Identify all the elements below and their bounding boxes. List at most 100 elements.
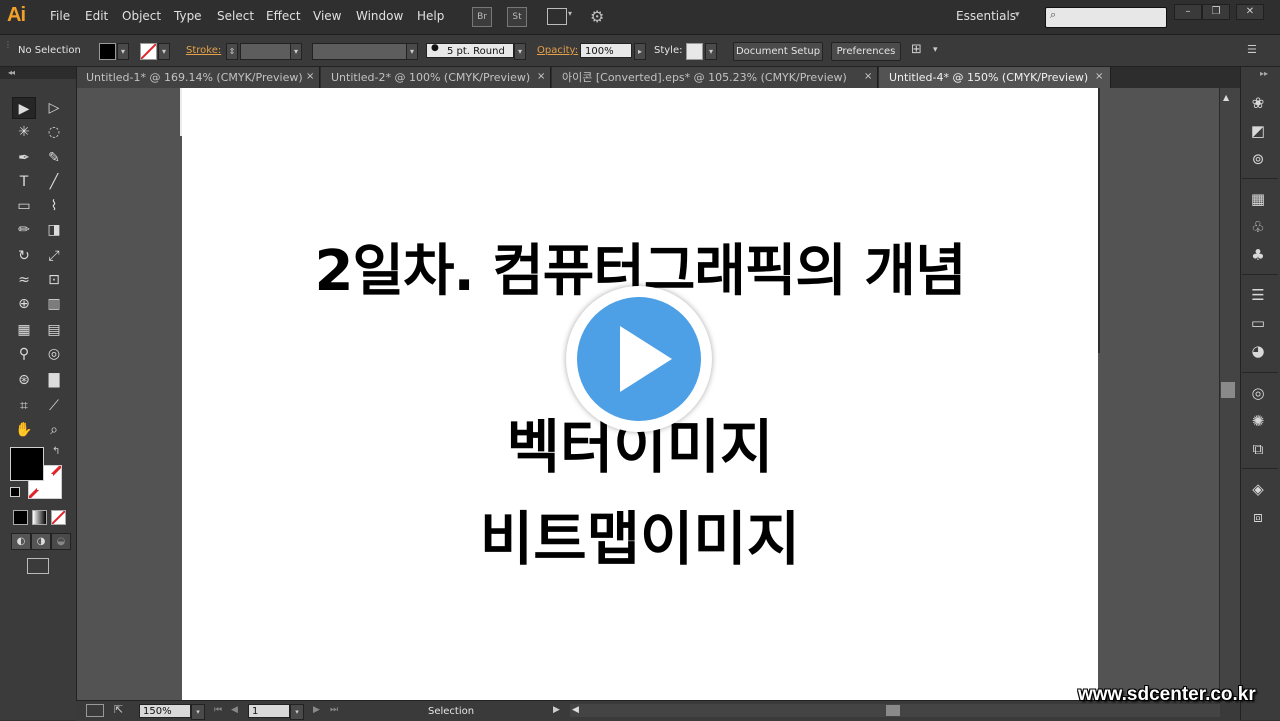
slice-tool-icon[interactable]: ⟋ [42, 395, 66, 417]
symbols-icon[interactable]: ♣ [1248, 245, 1268, 265]
first-artboard-icon[interactable]: ⏮ [214, 705, 222, 715]
close-button[interactable]: ✕ [1236, 4, 1264, 20]
color-panel-icon[interactable]: ❀ [1248, 93, 1268, 113]
pencil-tool-icon[interactable]: ✏ [12, 219, 36, 241]
brushes-icon[interactable]: ♧ [1248, 217, 1268, 237]
tab-close-icon[interactable]: × [864, 71, 872, 82]
rotate-tool-icon[interactable]: ↻ [12, 245, 36, 267]
tab-untitled-1[interactable]: Untitled-1* @ 169.14% (CMYK/Preview) [76, 67, 320, 88]
restore-button[interactable]: ❐ [1202, 4, 1230, 20]
fill-color-swatch[interactable] [99, 43, 116, 60]
arrange-documents-icon[interactable] [547, 8, 567, 25]
color-mode-icon[interactable] [13, 510, 28, 525]
layers-icon[interactable]: ◈ [1248, 479, 1268, 499]
gradient-panel-icon[interactable]: ▭ [1248, 313, 1268, 333]
align-icon[interactable]: ⊞ [911, 42, 922, 57]
default-colors-icon[interactable] [10, 487, 20, 497]
magic-wand-tool-icon[interactable]: ✳ [12, 121, 36, 143]
horizontal-scroll-thumb[interactable] [886, 705, 900, 716]
artboards-icon[interactable]: ⧈ [1248, 507, 1268, 527]
tab-close-icon[interactable]: × [1095, 71, 1103, 82]
status-menu-icon[interactable]: ▶ [553, 705, 560, 715]
screen-mode-icon[interactable] [27, 558, 49, 574]
fill-color-box[interactable] [10, 447, 44, 481]
last-artboard-icon[interactable]: ⏭ [330, 705, 338, 715]
eraser-tool-icon[interactable]: ◨ [42, 219, 66, 241]
pen-tool-icon[interactable]: ✒ [12, 147, 36, 169]
expand-panels-icon[interactable]: ▸▸ [1260, 69, 1268, 78]
menu-type[interactable]: Type [174, 9, 202, 23]
stroke-weight-field[interactable] [240, 43, 292, 60]
menu-select[interactable]: Select [217, 9, 254, 23]
chevron-down-icon[interactable]: ▾ [933, 45, 938, 55]
graphic-style-swatch[interactable] [686, 43, 703, 60]
direct-selection-tool-icon[interactable]: ▷ [42, 97, 66, 119]
line-tool-icon[interactable]: ╱ [42, 171, 66, 193]
vertical-scroll-thumb[interactable] [1221, 382, 1235, 398]
gpu-performance-icon[interactable]: ⚙ [590, 7, 604, 26]
panel-menu-icon[interactable]: ☰ [1247, 43, 1257, 56]
blend-tool-icon[interactable]: ◎ [42, 343, 66, 365]
draw-normal-icon[interactable]: ◐ [11, 533, 31, 550]
type-tool-icon[interactable]: T [12, 171, 36, 193]
artboard-number-field[interactable]: 1 [248, 704, 290, 718]
cc-libraries-icon[interactable] [86, 704, 104, 717]
column-graph-tool-icon[interactable]: ▇ [42, 369, 66, 391]
panel-grip[interactable]: ⋮ [4, 40, 12, 49]
minimize-button[interactable]: – [1174, 4, 1202, 20]
next-artboard-icon[interactable]: ▶ [313, 705, 320, 715]
menu-window[interactable]: Window [356, 9, 403, 23]
brush-definition-field[interactable]: 5 pt. Round [426, 43, 514, 58]
opacity-label[interactable]: Opacity: [537, 45, 578, 56]
color-guide-icon[interactable]: ◩ [1248, 121, 1268, 141]
symbol-sprayer-tool-icon[interactable]: ⊛ [12, 369, 36, 391]
chevron-down-icon[interactable]: ▾ [705, 43, 717, 60]
artboards-panel-icon[interactable]: ⧉ [1248, 439, 1268, 459]
zoom-level-field[interactable]: 150% [139, 704, 191, 718]
transparency-icon[interactable]: ◕ [1248, 341, 1268, 361]
lasso-tool-icon[interactable]: ◌ [42, 121, 66, 143]
chevron-down-icon[interactable]: ▾ [158, 43, 170, 60]
menu-edit[interactable]: Edit [85, 9, 108, 23]
status-text[interactable]: Selection [428, 706, 474, 717]
bridge-icon[interactable]: Br [472, 7, 492, 27]
chevron-down-icon[interactable]: ▾ [514, 43, 526, 60]
menu-help[interactable]: Help [417, 9, 444, 23]
curvature-tool-icon[interactable]: ✎ [42, 147, 66, 169]
collapse-icon[interactable]: ◂◂ [8, 68, 15, 77]
chevron-down-icon[interactable]: ▾ [117, 43, 129, 60]
chevron-down-icon[interactable]: ▾ [406, 43, 418, 60]
perspective-grid-tool-icon[interactable]: ▥ [42, 293, 66, 315]
libraries-icon[interactable]: ⊚ [1248, 149, 1268, 169]
document-setup-button[interactable]: Document Setup [733, 42, 823, 61]
chevron-down-icon[interactable]: ▾ [1015, 10, 1020, 20]
gradient-tool-icon[interactable]: ▤ [42, 319, 66, 341]
menu-file[interactable]: File [50, 9, 70, 23]
paintbrush-tool-icon[interactable]: ⌇ [42, 195, 66, 217]
share-icon[interactable]: ⇱ [114, 703, 123, 716]
preferences-button[interactable]: Preferences [831, 42, 901, 61]
appearance-icon[interactable]: ◎ [1248, 383, 1268, 403]
previous-artboard-icon[interactable]: ◀ [231, 705, 238, 715]
menu-object[interactable]: Object [122, 9, 161, 23]
menu-effect[interactable]: Effect [266, 9, 301, 23]
stock-icon[interactable]: St [507, 7, 527, 27]
stroke-color-swatch[interactable] [140, 43, 157, 60]
search-input[interactable] [1045, 7, 1167, 28]
variable-width-profile[interactable] [312, 43, 408, 60]
stroke-panel-icon[interactable]: ☰ [1248, 285, 1268, 305]
hand-tool-icon[interactable]: ✋ [12, 419, 36, 441]
draw-inside-icon[interactable]: ◒ [51, 533, 71, 550]
swatches-icon[interactable]: ▦ [1248, 189, 1268, 209]
scroll-up-icon[interactable]: ▲ [1223, 93, 1229, 102]
tab-close-icon[interactable]: × [537, 71, 545, 82]
chevron-right-icon[interactable]: ▸ [634, 43, 646, 60]
free-transform-tool-icon[interactable]: ⊡ [42, 269, 66, 291]
artboard-tool-icon[interactable]: ⌗ [12, 395, 36, 417]
shape-builder-tool-icon[interactable]: ⊕ [12, 293, 36, 315]
swap-colors-icon[interactable]: ↰ [52, 446, 60, 457]
workspace-switcher[interactable]: Essentials [956, 9, 1016, 23]
chevron-down-icon[interactable]: ▾ [191, 704, 205, 720]
menu-view[interactable]: View [313, 9, 341, 23]
chevron-down-icon[interactable]: ▾ [568, 9, 572, 18]
